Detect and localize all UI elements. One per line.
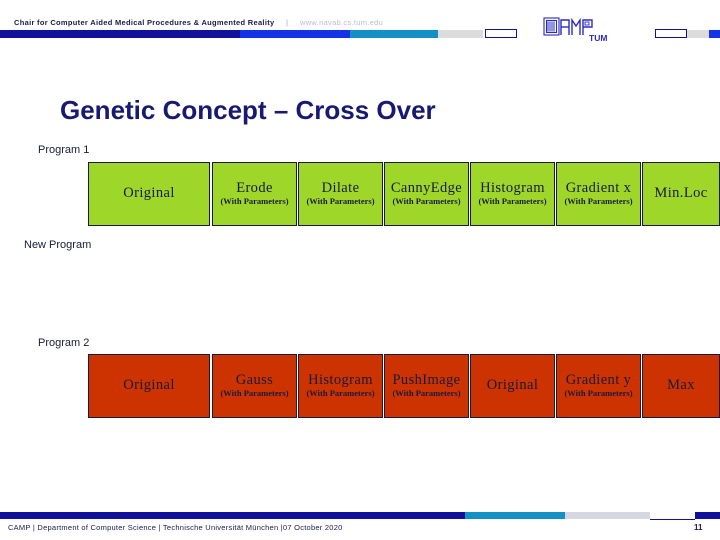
- gene-box-subtitle: (With Parameters): [564, 388, 633, 399]
- gene-box-subtitle: (With Parameters): [220, 388, 289, 399]
- gene-box-title: Dilate: [321, 180, 360, 197]
- label-program-2: Program 2: [38, 337, 90, 349]
- gene-box-title: Original: [123, 185, 175, 202]
- header-bar-outline-box-left: [485, 29, 517, 38]
- header-bar-navy-segment: [0, 30, 240, 38]
- header-bar-gray-segment: [438, 30, 483, 38]
- gene-box-title: Histogram: [308, 372, 373, 389]
- gene-box[interactable]: Gradient x (With Parameters): [556, 162, 641, 226]
- gene-box-title: Histogram: [480, 180, 545, 197]
- gene-box-subtitle: (With Parameters): [306, 196, 375, 207]
- slide-header: Chair for Computer Aided Medical Procedu…: [0, 0, 720, 48]
- gene-box-subtitle: (With Parameters): [306, 388, 375, 399]
- footer-bar-gray-segment: [565, 512, 650, 519]
- gene-box-title: Gradient x: [565, 180, 632, 197]
- gene-box-title: Original: [486, 377, 539, 394]
- slide-footer: CAMP | Department of Computer Science | …: [0, 512, 720, 540]
- slide-title: Genetic Concept – Cross Over: [60, 95, 436, 126]
- footer-bar-teal-segment: [465, 512, 565, 519]
- gene-box[interactable]: Original: [88, 162, 210, 226]
- gene-box-subtitle: (With Parameters): [392, 388, 461, 399]
- gene-box-title: Erode: [236, 180, 273, 197]
- header-chair-text: Chair for Computer Aided Medical Procedu…: [14, 18, 275, 27]
- gene-box[interactable]: Gauss (With Parameters): [212, 354, 297, 418]
- footer-bar-navy-segment-right: [695, 512, 720, 519]
- header-bar-navy-segment-right: [709, 30, 720, 38]
- gene-box-title: Min.Loc: [654, 185, 708, 202]
- label-program-1: Program 1: [38, 144, 90, 156]
- gene-box[interactable]: Histogram (With Parameters): [298, 354, 383, 418]
- gene-box-title: Gradient y: [565, 372, 632, 389]
- gene-box[interactable]: CannyEdge (With Parameters): [384, 162, 469, 226]
- gene-box-title: CannyEdge: [390, 180, 463, 197]
- gene-box[interactable]: Histogram (With Parameters): [470, 162, 555, 226]
- footer-bar-navy-segment: [0, 512, 465, 519]
- gene-box-title: Gauss: [235, 372, 274, 389]
- gene-box[interactable]: PushImage (With Parameters): [384, 354, 469, 418]
- header-url: www.navab.cs.tum.edu: [300, 18, 384, 27]
- gene-box-subtitle: (With Parameters): [478, 196, 547, 207]
- gene-box[interactable]: Dilate (With Parameters): [298, 162, 383, 226]
- gene-box-subtitle: (With Parameters): [564, 196, 633, 207]
- header-bar-teal-segment: [350, 30, 438, 38]
- footer-bar-white-segment: [650, 512, 695, 520]
- gene-box[interactable]: Max: [642, 354, 720, 418]
- camp-logo-tum-text: TUM: [589, 33, 607, 43]
- gene-box-subtitle: (With Parameters): [392, 196, 461, 207]
- header-bar-blue-segment: [240, 30, 350, 38]
- gene-box[interactable]: Gradient y (With Parameters): [556, 354, 641, 418]
- gene-box-title: Original: [123, 377, 175, 394]
- header-bar-outline-box-right: [655, 29, 687, 38]
- footer-text: CAMP | Department of Computer Science | …: [8, 523, 343, 532]
- gene-box[interactable]: Min.Loc: [642, 162, 720, 226]
- footer-page-number: 11: [694, 523, 703, 532]
- gene-box[interactable]: Original: [88, 354, 210, 418]
- gene-box-subtitle: (With Parameters): [220, 196, 289, 207]
- header-separator: |: [286, 18, 288, 27]
- camp-logo-icon: TUM: [543, 17, 607, 43]
- gene-box-title: PushImage: [392, 372, 461, 389]
- label-new-program: New Program: [24, 239, 92, 251]
- header-bar-gray-segment-right: [687, 30, 709, 38]
- gene-box-title: Max: [667, 377, 695, 394]
- gene-box[interactable]: Original: [470, 354, 555, 418]
- gene-box[interactable]: Erode (With Parameters): [212, 162, 297, 226]
